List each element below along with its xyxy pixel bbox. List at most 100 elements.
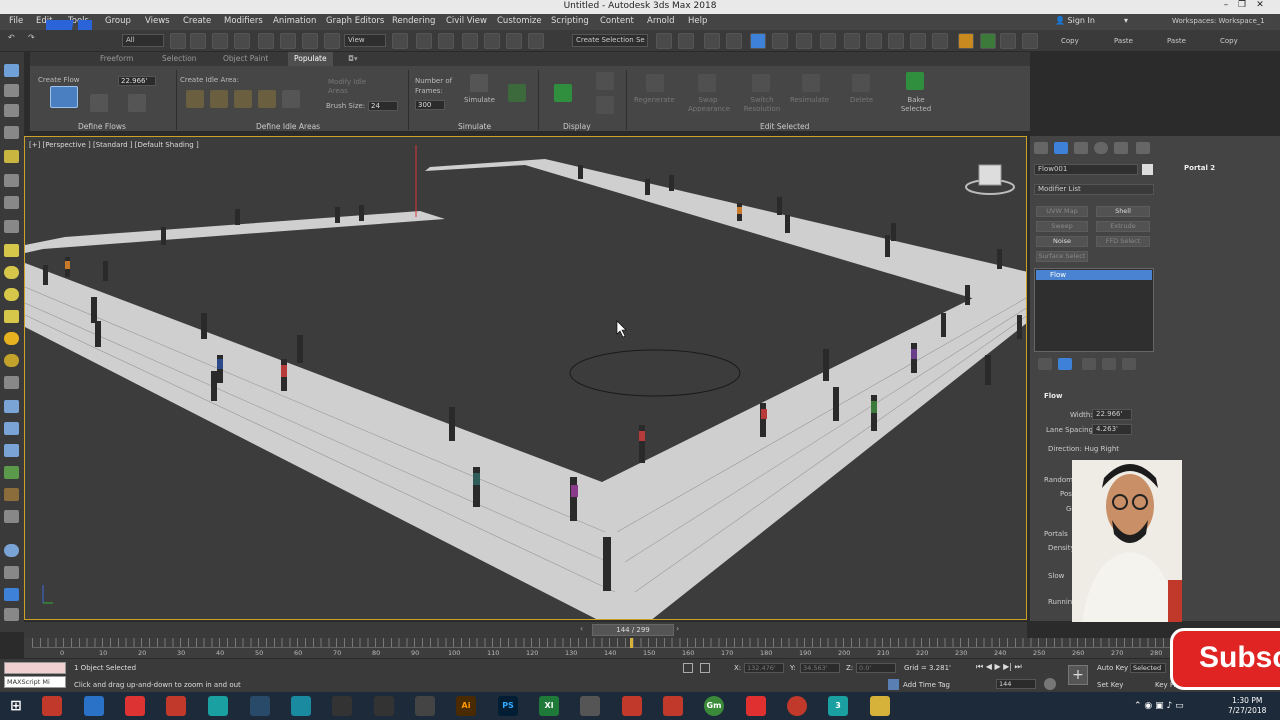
idle-area-rectangle-icon[interactable] bbox=[186, 90, 204, 108]
menu-customize[interactable]: Customize bbox=[497, 16, 542, 26]
a360-gallery-icon[interactable] bbox=[932, 33, 948, 49]
resimulate-icon[interactable] bbox=[802, 74, 820, 92]
railclone-icon[interactable] bbox=[980, 33, 996, 49]
set-key-icon[interactable]: + bbox=[1068, 665, 1088, 685]
delete-button[interactable]: Delete bbox=[850, 96, 873, 104]
x-coord-field[interactable]: 132.476' bbox=[744, 663, 784, 673]
strip-icon-9[interactable] bbox=[4, 244, 19, 257]
modify-idle-areas-button[interactable]: Modify Idle Areas bbox=[328, 78, 378, 96]
workspace-selector[interactable]: Workspaces: Workspace_1 bbox=[1172, 17, 1265, 25]
strip-icon-21[interactable] bbox=[4, 510, 19, 523]
forest-pack-icon[interactable] bbox=[958, 33, 974, 49]
display-figure-icon[interactable] bbox=[596, 72, 614, 90]
strip-icon-22[interactable] bbox=[4, 544, 19, 557]
ribbon-toggle-icon[interactable] bbox=[750, 33, 766, 49]
simulate-icon[interactable] bbox=[470, 74, 488, 92]
windows-start-icon[interactable]: ⊞ bbox=[6, 696, 26, 716]
app-icon-5[interactable] bbox=[208, 696, 228, 716]
strip-icon-7[interactable] bbox=[4, 196, 19, 209]
tab-object-paint[interactable]: Object Paint bbox=[223, 54, 268, 63]
menu-animation[interactable]: Animation bbox=[273, 16, 316, 26]
snaps-toggle-icon[interactable] bbox=[462, 33, 478, 49]
app-icon-2[interactable] bbox=[84, 696, 104, 716]
undo-icon[interactable]: ↶ bbox=[8, 33, 24, 49]
system-clock[interactable]: 1:30 PM 7/27/2018 bbox=[1228, 696, 1266, 716]
menu-help[interactable]: Help bbox=[688, 16, 707, 26]
y-coord-field[interactable]: 34.563' bbox=[800, 663, 840, 673]
redo-icon[interactable]: ↷ bbox=[28, 33, 44, 49]
uvw-map-button[interactable]: UVW Map bbox=[1036, 206, 1088, 217]
idle-area-spline-icon[interactable] bbox=[258, 90, 276, 108]
auto-key-button[interactable]: Auto Key bbox=[1097, 664, 1128, 672]
render-production-icon[interactable] bbox=[888, 33, 904, 49]
strip-icon-24[interactable] bbox=[4, 588, 19, 601]
menu-create[interactable]: Create bbox=[183, 16, 211, 26]
modify-tab-icon[interactable] bbox=[1054, 142, 1068, 154]
bake-selected-icon[interactable] bbox=[906, 72, 924, 90]
section-display[interactable]: Display bbox=[563, 122, 591, 131]
prev-frame-icon[interactable]: ‹ bbox=[580, 624, 592, 636]
select-by-name-icon[interactable] bbox=[190, 33, 206, 49]
viewport-label[interactable]: [+] [Perspective ] [Standard ] [Default … bbox=[29, 141, 199, 149]
menu-file[interactable]: File bbox=[9, 16, 23, 26]
time-tag-icon[interactable] bbox=[888, 679, 899, 690]
menu-arnold[interactable]: Arnold bbox=[647, 16, 675, 26]
flow-rollout-title[interactable]: Flow bbox=[1044, 392, 1062, 400]
switch-resolution-button[interactable]: Switch Resolution bbox=[742, 96, 782, 114]
placement-icon[interactable] bbox=[324, 33, 340, 49]
create-tab-icon[interactable] bbox=[1034, 142, 1048, 154]
curve-editor-icon[interactable] bbox=[772, 33, 788, 49]
rectangular-selection-icon[interactable] bbox=[212, 33, 228, 49]
number-of-frames-field[interactable]: 300 bbox=[415, 100, 445, 110]
edit-flow-icon[interactable] bbox=[128, 94, 146, 112]
paste-button[interactable]: Paste bbox=[1114, 37, 1133, 45]
sweep-button[interactable]: Sweep bbox=[1036, 221, 1088, 232]
spreadsheet-icon[interactable] bbox=[1022, 33, 1038, 49]
select-manipulate-icon[interactable] bbox=[416, 33, 432, 49]
photoshop-icon[interactable]: PS bbox=[498, 696, 518, 716]
perspective-viewport[interactable]: [+] [Perspective ] [Standard ] [Default … bbox=[24, 136, 1027, 620]
motion-tab-icon[interactable] bbox=[1094, 142, 1108, 154]
menu-modifiers[interactable]: Modifiers bbox=[224, 16, 263, 26]
set-key-button[interactable]: Set Key bbox=[1097, 681, 1123, 689]
hierarchy-tab-icon[interactable] bbox=[1074, 142, 1088, 154]
bake-selected-button[interactable]: Bake Selected bbox=[898, 96, 934, 114]
maxscript-mini-listener[interactable]: MAXScript Mi bbox=[4, 676, 66, 688]
strip-icon-16[interactable] bbox=[4, 400, 19, 413]
menu-scripting[interactable]: Scripting bbox=[551, 16, 589, 26]
object-name-field[interactable]: Flow001 bbox=[1034, 164, 1138, 175]
next-frame-icon[interactable]: › bbox=[676, 624, 688, 636]
scale-icon[interactable] bbox=[302, 33, 318, 49]
minimize-button[interactable]: – bbox=[1218, 0, 1234, 14]
add-time-tag-button[interactable]: Add Time Tag bbox=[903, 681, 950, 689]
idle-area-remove-icon[interactable] bbox=[282, 90, 300, 108]
reference-coordinate-dropdown[interactable]: View bbox=[344, 34, 386, 47]
strip-icon-17[interactable] bbox=[4, 422, 19, 435]
menu-rendering[interactable]: Rendering bbox=[392, 16, 435, 26]
z-coord-field[interactable]: 0.0' bbox=[856, 663, 896, 673]
simulate-stop-icon[interactable] bbox=[508, 84, 526, 102]
ribbon-options-icon[interactable]: ◘▾ bbox=[348, 54, 358, 63]
subscribe-banner[interactable]: Subsc bbox=[1170, 628, 1280, 690]
percent-snap-icon[interactable] bbox=[506, 33, 522, 49]
regenerate-button[interactable]: Regenerate bbox=[634, 96, 675, 104]
delete-icon[interactable] bbox=[852, 74, 870, 92]
material-editor-icon[interactable] bbox=[820, 33, 836, 49]
time-config-icon[interactable] bbox=[1044, 678, 1056, 690]
show-end-result-icon[interactable] bbox=[1058, 358, 1072, 370]
maximize-button[interactable]: ❐ bbox=[1234, 0, 1250, 14]
extrude-button[interactable]: Extrude bbox=[1096, 221, 1150, 232]
calculator-icon[interactable]: Xl bbox=[539, 696, 559, 716]
strip-icon-20[interactable] bbox=[4, 488, 19, 501]
keyboard-shortcut-icon[interactable] bbox=[438, 33, 454, 49]
isolate-selection-icon[interactable] bbox=[683, 663, 693, 673]
configure-modifier-sets-icon[interactable] bbox=[1122, 358, 1136, 370]
app-icon-3[interactable] bbox=[125, 696, 145, 716]
section-define-idle-areas[interactable]: Define Idle Areas bbox=[256, 122, 320, 131]
strip-icon-4[interactable] bbox=[4, 126, 19, 139]
make-unique-icon[interactable] bbox=[1082, 358, 1096, 370]
ffd-select-button[interactable]: FFD Select bbox=[1096, 236, 1150, 247]
mirror-icon[interactable] bbox=[656, 33, 672, 49]
rendered-frame-window-icon[interactable] bbox=[866, 33, 882, 49]
app-icon-6[interactable] bbox=[250, 696, 270, 716]
